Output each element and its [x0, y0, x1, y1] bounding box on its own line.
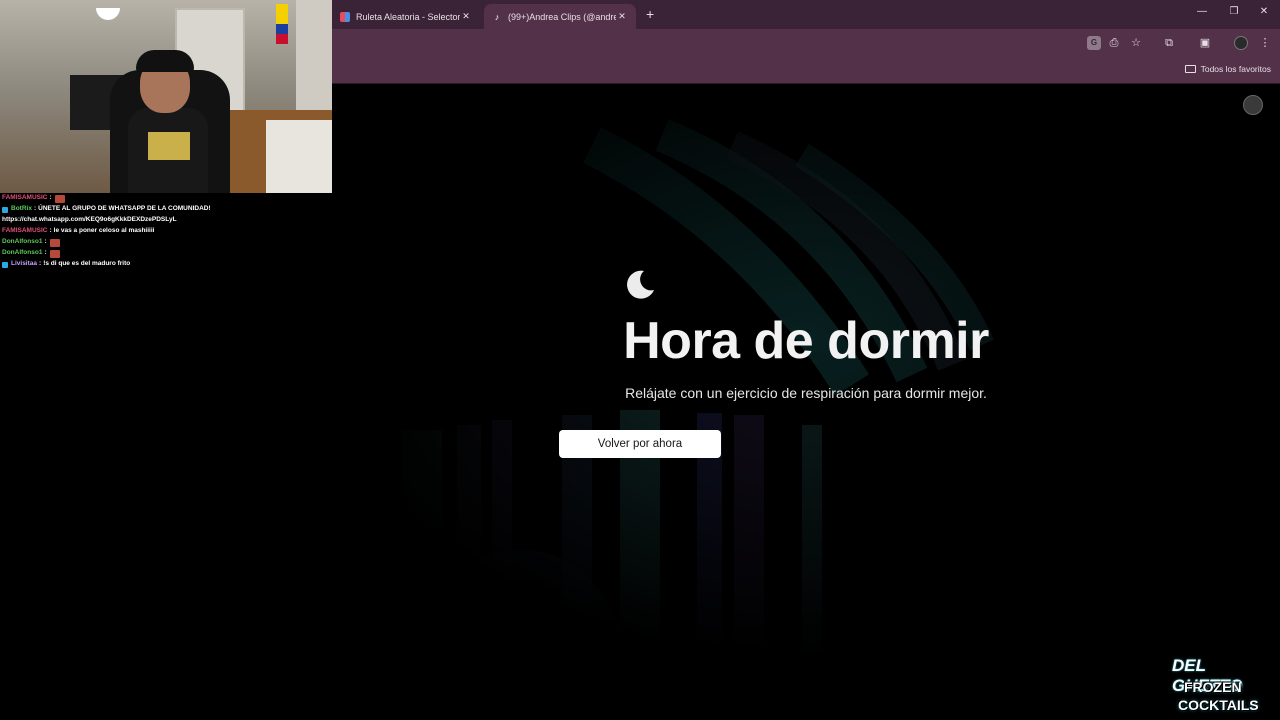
chat-username: FAMISAMUSIC: [2, 227, 48, 235]
browser-toolbar: G ⎙ ☆ ⧉ ▣ ⋮: [332, 29, 1280, 58]
chat-username: Livisitaa: [11, 260, 38, 268]
moon-icon: [627, 270, 654, 299]
all-bookmarks-folder[interactable]: Todos los favoritos: [1184, 64, 1271, 74]
chat-separator: :: [49, 194, 52, 202]
background-curtain-art: [332, 85, 1280, 720]
chat-username: DonAlfonso1: [2, 238, 43, 246]
restore-button[interactable]: ❐: [1224, 6, 1244, 17]
page-subtitle: Relájate con un ejercicio de respiración…: [625, 385, 987, 401]
shirt-print: [148, 132, 190, 160]
chat-badge-icon: [2, 261, 8, 268]
sponsor-line-3: COCKTAILS: [1178, 697, 1259, 713]
close-icon[interactable]: ✕: [616, 11, 628, 22]
close-icon[interactable]: ✕: [460, 11, 472, 22]
chat-separator: :: [49, 227, 52, 235]
ceiling-lamp: [96, 8, 120, 20]
chat-username: FAMISAMUSIC: [2, 194, 48, 202]
bookmark-star-icon[interactable]: ☆: [1129, 36, 1143, 50]
background-bed: [266, 120, 332, 193]
chat-separator: :: [44, 249, 47, 257]
sleep-reminder-page: Hora de dormir Relájate con un ejercicio…: [332, 85, 1280, 720]
chat-emote-icon: [49, 249, 60, 258]
background-door-right: [296, 0, 332, 120]
chat-text: !s di que es del maduro frito: [43, 260, 131, 268]
chat-separator: :: [39, 260, 42, 268]
streamer-cap: [136, 50, 194, 72]
install-app-icon[interactable]: ⎙: [1107, 36, 1121, 50]
side-panel-icon[interactable]: ▣: [1198, 36, 1212, 50]
chat-message: FAMISAMUSIC: le vas a poner celoso al mas…: [2, 226, 332, 237]
chat-message: FAMISAMUSIC:: [2, 193, 332, 204]
flag: [276, 4, 288, 44]
multicolor-wheel-icon: [340, 11, 350, 22]
chat-message: BotRix: ÚNETE AL GRUPO DE WHATSAPP DE LA …: [2, 204, 332, 215]
chat-separator: :: [44, 238, 47, 246]
chat-emote-icon: [49, 238, 60, 247]
tab-andrea-clips[interactable]: ♪ (99+)Andrea Clips (@andreaclip ✕: [484, 4, 636, 29]
menu-icon[interactable]: ⋮: [1258, 36, 1272, 50]
back-for-now-button[interactable]: Volver por ahora: [559, 430, 721, 458]
tab-ruleta[interactable]: Ruleta Aleatoria - Selector Perso ✕: [332, 4, 480, 29]
chat-separator: :: [33, 205, 37, 213]
profile-avatar[interactable]: [1243, 95, 1263, 115]
webcam-overlay: [0, 0, 332, 193]
new-tab-button[interactable]: +: [646, 6, 654, 22]
chat-badge-icon: [2, 206, 8, 213]
chat-overlay: FAMISAMUSIC: BotRix: ÚNETE AL GRUPO DE WHA…: [2, 193, 332, 270]
chat-message: DonAlfonso1:: [2, 237, 332, 248]
extensions-icon[interactable]: ⧉: [1162, 36, 1176, 50]
chat-message: https://chat.whatsapp.com/KEQ9o6gKkkDEXD…: [2, 215, 332, 226]
chat-username: BotRix: [11, 205, 32, 213]
window-close-button[interactable]: ✕: [1254, 6, 1274, 17]
chat-text: ÚNETE AL GRUPO DE WHATSAPP DE LA COMUNID…: [38, 205, 211, 213]
tab-title: Ruleta Aleatoria - Selector Perso: [356, 11, 460, 22]
sponsor-logo: DEL GHETTO FROZEN COCKTAILS: [1170, 654, 1278, 718]
bookmarks-bar: Todos los favoritos: [332, 58, 1280, 84]
chat-message: Livisitaa: !s di que es del maduro frito: [2, 259, 332, 270]
page-title: Hora de dormir: [623, 312, 989, 370]
translate-icon[interactable]: G: [1087, 36, 1101, 50]
minimize-button[interactable]: —: [1192, 6, 1212, 17]
tab-bar: Ruleta Aleatoria - Selector Perso ✕ ♪ (9…: [332, 0, 1280, 29]
profile-avatar-icon[interactable]: [1234, 36, 1248, 50]
folder-icon: [1184, 65, 1196, 73]
sponsor-line-2: FROZEN: [1184, 679, 1242, 695]
chat-emote-icon: [54, 194, 65, 203]
chat-message: DonAlfonso1:: [2, 248, 332, 259]
tiktok-icon: ♪: [494, 11, 500, 22]
bookmark-folder-label: Todos los favoritos: [1200, 64, 1271, 74]
browser-window: Ruleta Aleatoria - Selector Perso ✕ ♪ (9…: [332, 0, 1280, 720]
chat-link[interactable]: https://chat.whatsapp.com/KEQ9o6gKkkDEXD…: [2, 217, 177, 224]
chat-text: le vas a poner celoso al mashiiiii: [53, 227, 155, 235]
chat-username: DonAlfonso1: [2, 249, 43, 257]
tab-title: (99+)Andrea Clips (@andreaclip: [508, 11, 616, 22]
